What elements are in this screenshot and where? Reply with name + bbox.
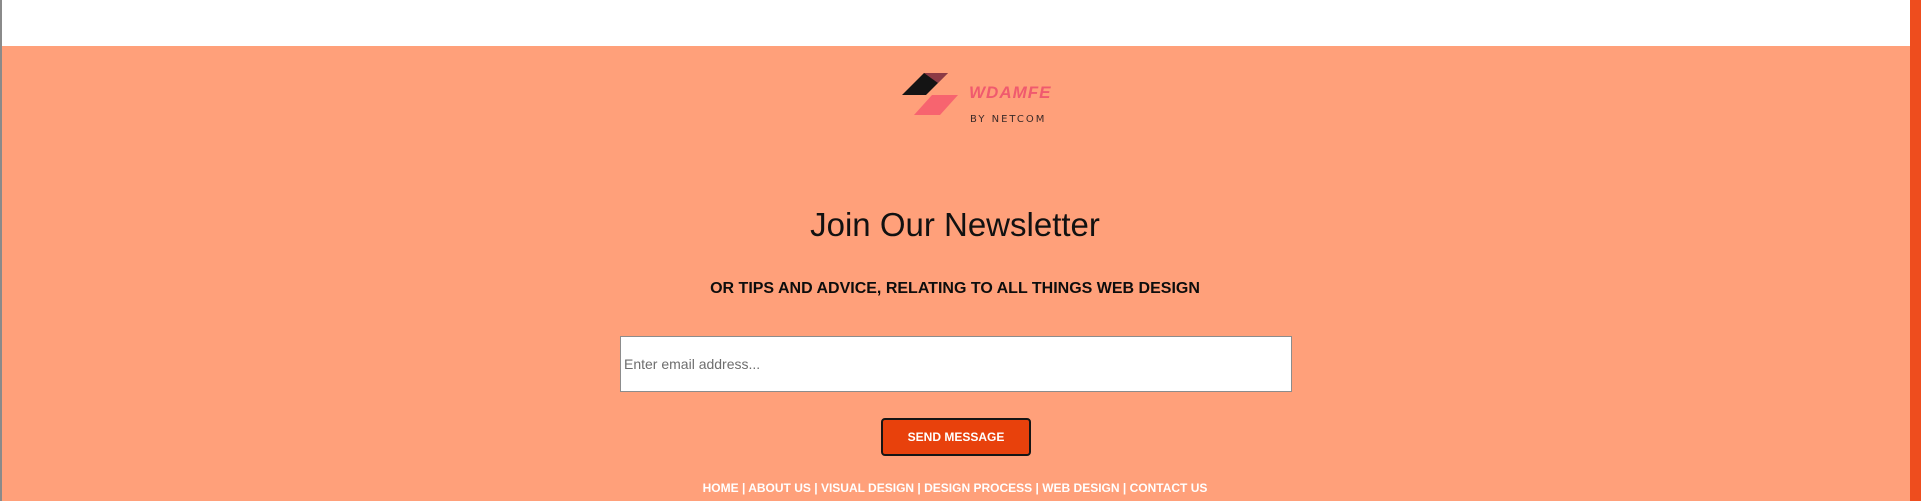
footer-nav-design-process[interactable]: DESIGN PROCESS [924, 481, 1032, 495]
nav-separator: | [814, 481, 818, 495]
footer-nav-visual-design[interactable]: VISUAL DESIGN [821, 481, 914, 495]
send-message-button[interactable]: SEND MESSAGE [881, 418, 1031, 456]
logo-subtitle: BY NETCOM [970, 114, 1047, 125]
footer-nav-home[interactable]: HOME [703, 481, 739, 495]
newsletter-subheading: OR TIPS AND ADVICE, RELATING TO ALL THIN… [710, 280, 1200, 297]
page: WDAMFE BY NETCOM Join Our Newsletter OR … [0, 0, 1921, 501]
footer-nav: HOME | ABOUT US | VISUAL DESIGN | DESIGN… [0, 481, 1910, 495]
email-input[interactable] [620, 336, 1292, 392]
newsletter-heading: Join Our Newsletter [810, 206, 1100, 243]
page-content-above [0, 0, 1910, 46]
logo-title: WDAMFE [969, 83, 1052, 102]
logo-mark-icon [902, 73, 958, 115]
footer-nav-about-us[interactable]: ABOUT US [748, 481, 811, 495]
page-scrollbar[interactable] [1910, 0, 1921, 501]
nav-separator: | [917, 481, 921, 495]
footer-nav-contact-us[interactable]: CONTACT US [1130, 481, 1208, 495]
nav-separator: | [1035, 481, 1039, 495]
site-logo[interactable]: WDAMFE BY NETCOM [902, 73, 1062, 137]
nav-separator: | [1122, 481, 1127, 495]
footer-nav-web-design[interactable]: WEB DESIGN [1042, 481, 1119, 495]
nav-separator: | [741, 481, 746, 495]
